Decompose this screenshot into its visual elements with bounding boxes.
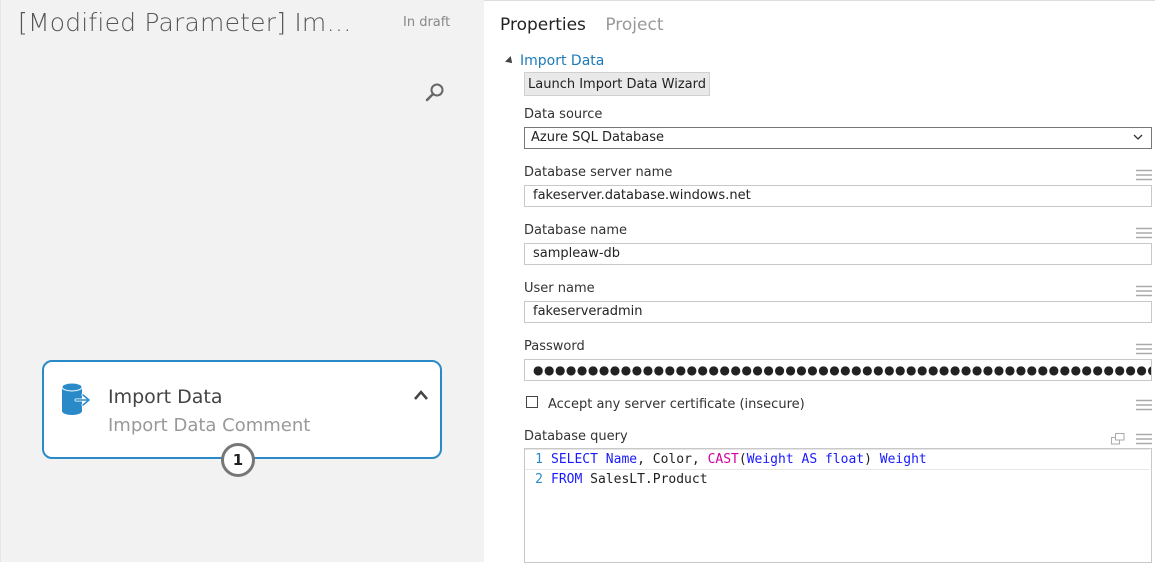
code-line[interactable]: 2 FROM SalesLT.Product	[525, 470, 1151, 489]
data-source-select[interactable]: Azure SQL Database	[524, 127, 1152, 149]
properties-panel: Properties Project Import Data Launch Im…	[484, 0, 1155, 563]
experiment-title[interactable]: [Modified Parameter] Im…	[18, 8, 352, 37]
code-token: SELECT	[551, 452, 598, 467]
hamburger-menu-icon[interactable]	[1136, 227, 1152, 239]
code-token: )	[864, 452, 880, 467]
launch-wizard-button[interactable]: Launch Import Data Wizard	[524, 72, 710, 96]
accept-cert-checkbox[interactable]	[526, 396, 538, 408]
chevron-up-icon[interactable]	[412, 388, 430, 402]
section-import-data[interactable]: Import Data	[505, 53, 605, 69]
draft-status: In draft	[403, 15, 451, 30]
query-label: Database query	[524, 429, 628, 444]
database-name-label: Database name	[524, 223, 628, 238]
hamburger-menu-icon[interactable]	[1136, 433, 1152, 445]
chevron-down-icon	[1133, 134, 1143, 140]
password-input[interactable]: ●●●●●●●●●●●●●●●●●●●●●●●●●●●●●●●●●●●●●●●●…	[524, 359, 1152, 381]
module-comment: Import Data Comment	[108, 415, 311, 436]
server-name-label: Database server name	[524, 165, 673, 180]
hamburger-menu-icon[interactable]	[1136, 343, 1152, 355]
hamburger-menu-icon[interactable]	[1136, 285, 1152, 297]
tab-project[interactable]: Project	[605, 15, 663, 35]
query-editor[interactable]: 1 SELECT Name, Color, CAST(Weight AS floa…	[524, 448, 1152, 563]
code-token: FROM	[551, 472, 583, 487]
output-port[interactable]: 1	[221, 443, 255, 477]
hamburger-menu-icon[interactable]	[1136, 399, 1152, 411]
panel-tabs: Properties Project	[500, 15, 678, 35]
user-name-input[interactable]: fakeserveradmin	[524, 301, 1152, 323]
server-name-input[interactable]: fakeserver.database.windows.net	[524, 185, 1152, 207]
code-token: Name	[605, 452, 638, 467]
data-source-label: Data source	[524, 107, 603, 122]
code-line[interactable]: 1 SELECT Name, Color, CAST(Weight AS floa…	[525, 449, 1149, 470]
database-name-input[interactable]: sampleaw-db	[524, 243, 1152, 265]
code-token: (	[738, 452, 747, 467]
tab-properties[interactable]: Properties	[500, 15, 586, 35]
user-name-label: User name	[524, 281, 595, 296]
code-token: SalesLT.Product	[582, 472, 708, 487]
collapse-triangle-icon	[505, 56, 515, 66]
search-icon[interactable]	[424, 82, 446, 104]
line-number: 1	[535, 452, 543, 467]
code-token: Weight AS float	[746, 452, 865, 467]
experiment-canvas[interactable]: [Modified Parameter] Im… In draft Import…	[0, 0, 484, 562]
database-import-icon	[61, 382, 91, 415]
module-name: Import Data	[108, 386, 223, 408]
code-token: , Color,	[637, 452, 708, 467]
code-token: CAST	[707, 452, 739, 467]
accept-cert-label[interactable]: Accept any server certificate (insecure)	[548, 397, 805, 412]
password-label: Password	[524, 339, 585, 354]
section-title: Import Data	[520, 53, 605, 69]
hamburger-menu-icon[interactable]	[1136, 169, 1152, 181]
line-number: 2	[535, 472, 543, 487]
code-token: Weight	[879, 452, 927, 467]
popout-icon[interactable]	[1111, 433, 1125, 445]
data-source-value: Azure SQL Database	[531, 130, 665, 145]
